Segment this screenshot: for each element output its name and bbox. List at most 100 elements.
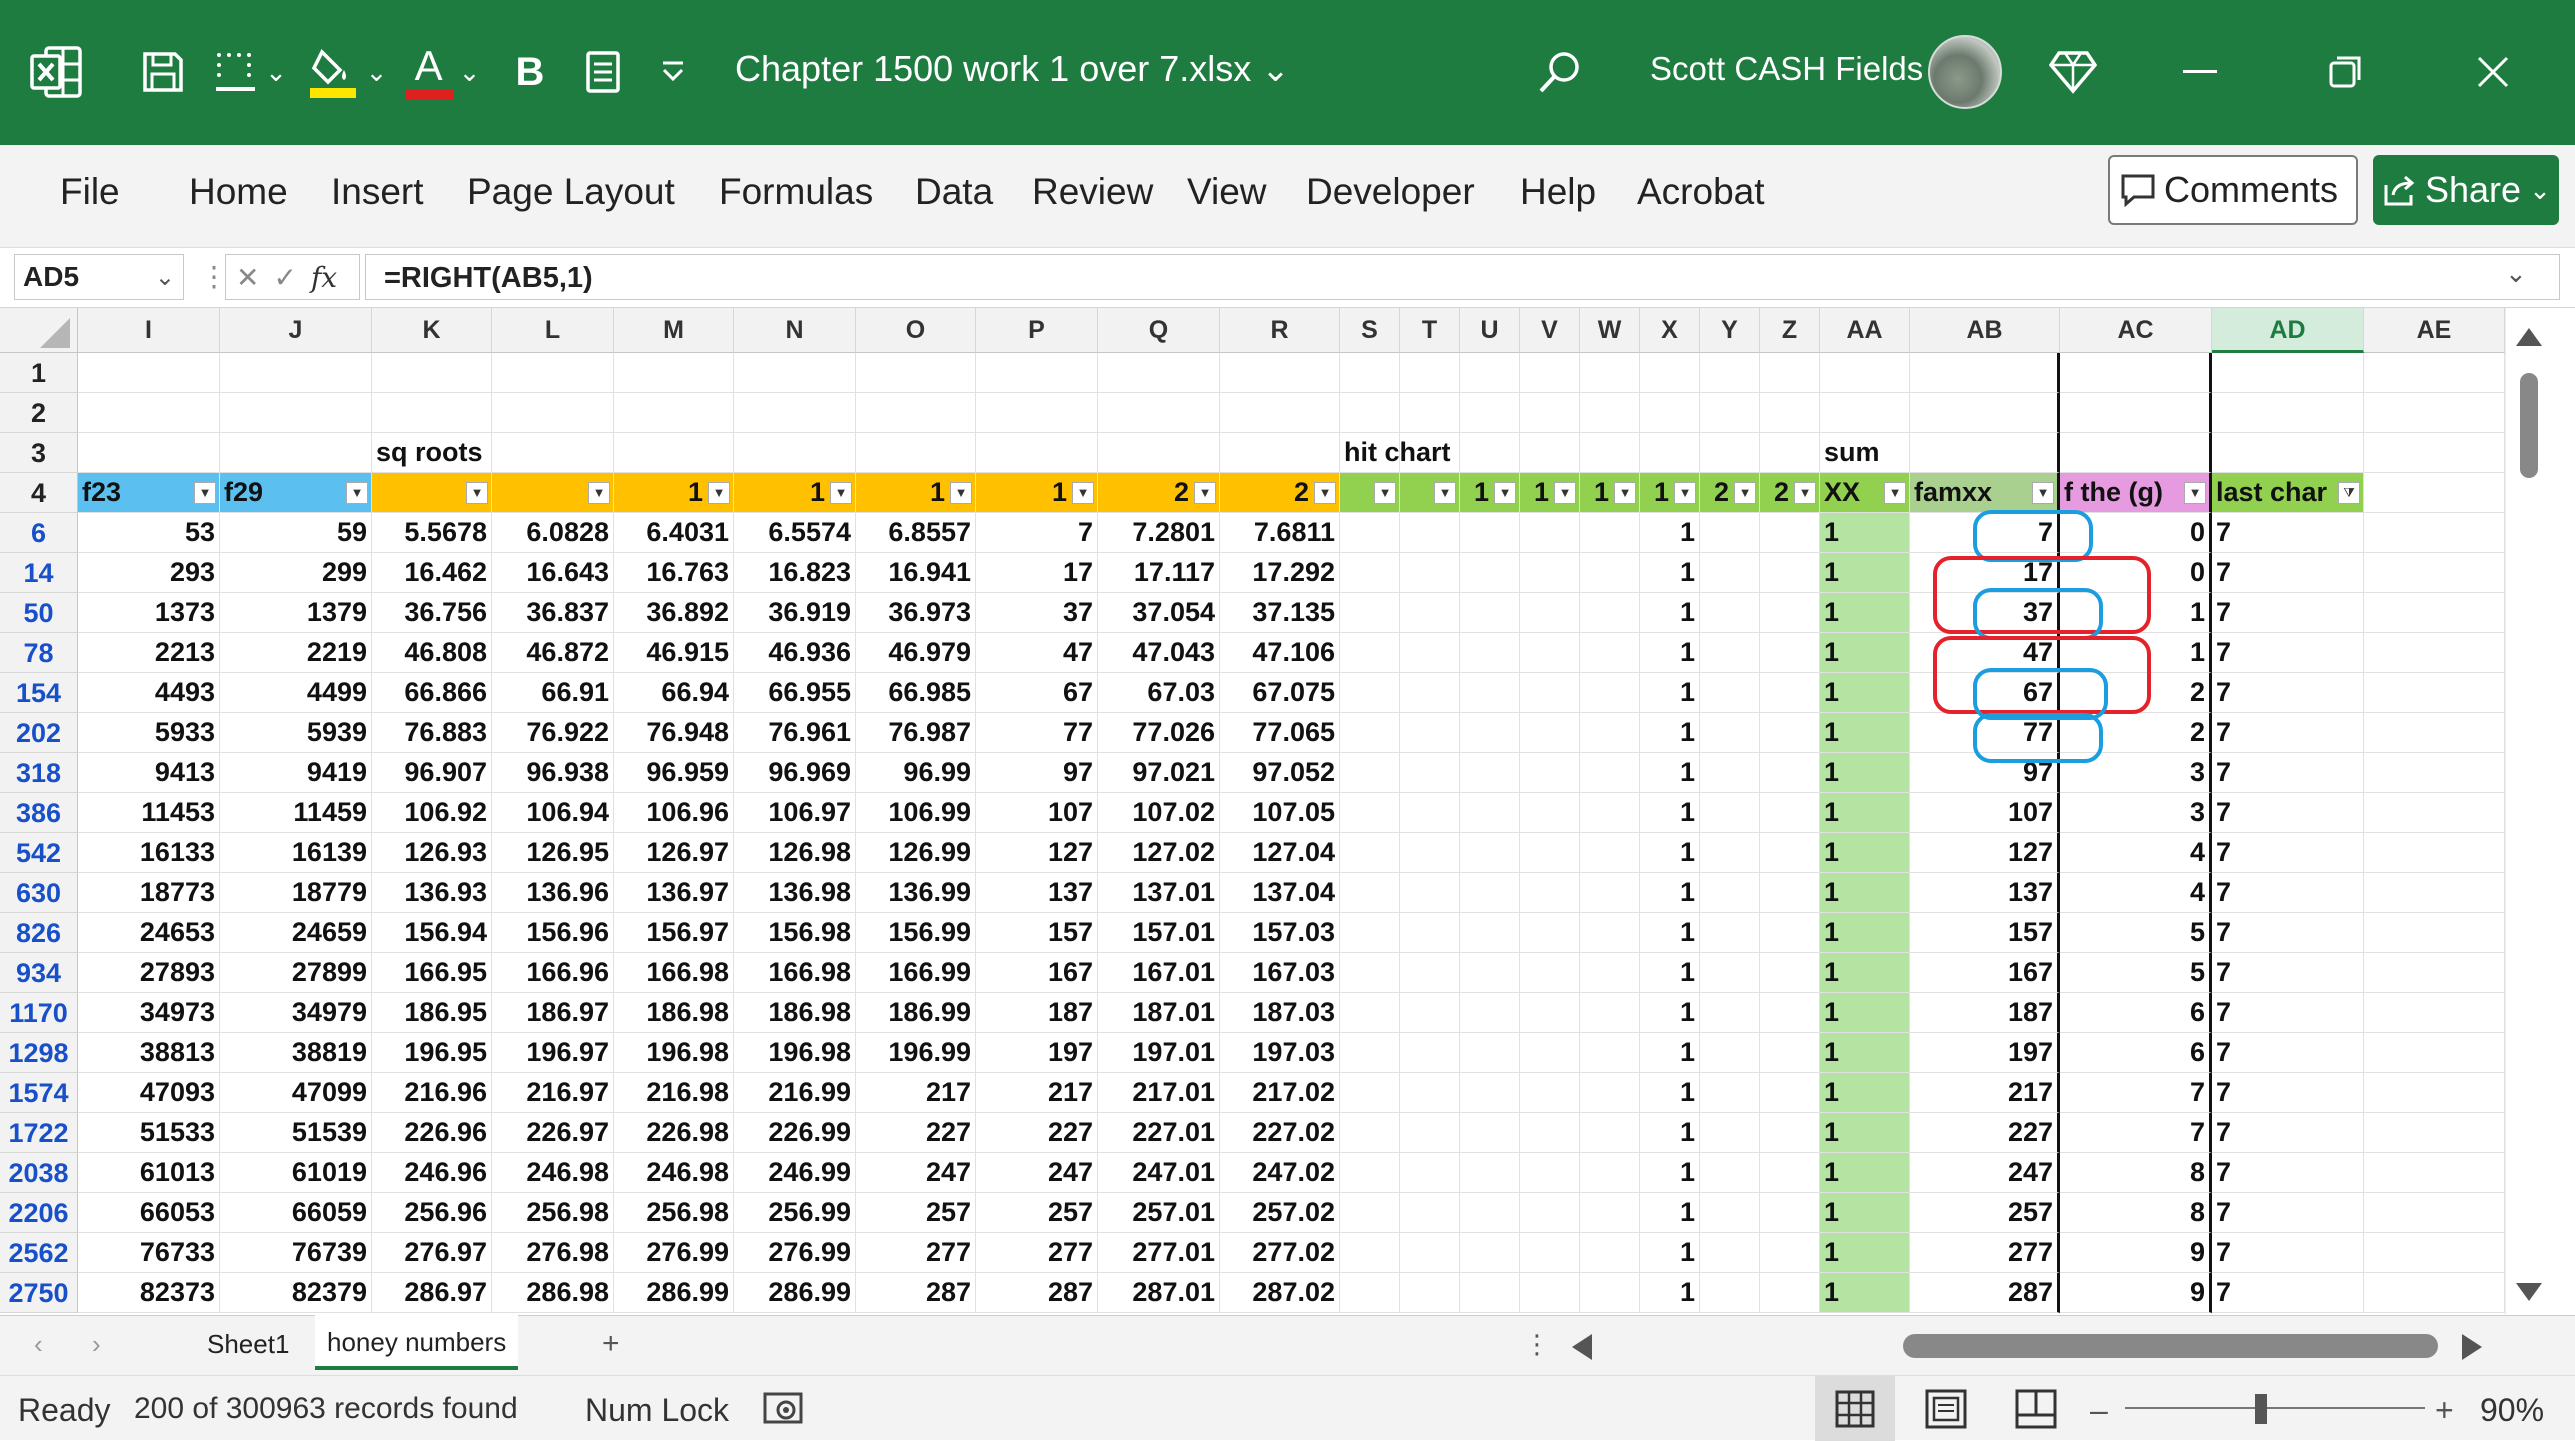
cell-u2750[interactable] — [1460, 1273, 1520, 1313]
cell-y934[interactable] — [1700, 953, 1760, 993]
cell-y386[interactable] — [1700, 793, 1760, 833]
cell-s1574[interactable] — [1340, 1073, 1400, 1113]
cell-n14[interactable]: 16.823 — [734, 553, 856, 593]
tab-prev-icon[interactable]: ‹ — [22, 1316, 55, 1372]
cell-ac4[interactable]: f the (g) ▼ — [2060, 473, 2212, 513]
cell-n1170[interactable]: 186.98 — [734, 993, 856, 1033]
cell-i1574[interactable]: 47093 — [78, 1073, 220, 1113]
cell-v14[interactable] — [1520, 553, 1580, 593]
cell-v4[interactable]: 1 ▼ — [1520, 473, 1580, 513]
font-color-icon[interactable]: A ⌄ — [400, 40, 485, 104]
cell-q542[interactable]: 127.02 — [1098, 833, 1220, 873]
cell-y630[interactable] — [1700, 873, 1760, 913]
column-header-t[interactable]: T — [1400, 308, 1460, 353]
cell-v1298[interactable] — [1520, 1033, 1580, 1073]
cell-o1[interactable] — [856, 353, 976, 393]
menu-formulas[interactable]: Formulas — [719, 171, 873, 213]
cell-aa1574[interactable]: 1 — [1820, 1073, 1910, 1113]
cell-t826[interactable] — [1400, 913, 1460, 953]
cell-l2038[interactable]: 246.98 — [492, 1153, 614, 1193]
normal-view-icon[interactable] — [1815, 1376, 1895, 1441]
cell-n154[interactable]: 66.955 — [734, 673, 856, 713]
cell-z3[interactable] — [1760, 433, 1820, 473]
cell-p1722[interactable]: 227 — [976, 1113, 1098, 1153]
cell-k14[interactable]: 16.462 — [372, 553, 492, 593]
cell-t2562[interactable] — [1400, 1233, 1460, 1273]
filter-dropdown-icon[interactable]: ▼ — [1072, 482, 1094, 504]
cell-m78[interactable]: 46.915 — [614, 633, 734, 673]
cell-x1[interactable] — [1640, 353, 1700, 393]
column-header-p[interactable]: P — [976, 308, 1098, 353]
cell-x2750[interactable]: 1 — [1640, 1273, 1700, 1313]
chevron-down-icon[interactable]: ⌄ — [1261, 51, 1290, 89]
cell-aa934[interactable]: 1 — [1820, 953, 1910, 993]
cell-x154[interactable]: 1 — [1640, 673, 1700, 713]
cell-y6[interactable] — [1700, 513, 1760, 553]
cell-i154[interactable]: 4493 — [78, 673, 220, 713]
cell-z202[interactable] — [1760, 713, 1820, 753]
column-header-x[interactable]: X — [1640, 308, 1700, 353]
cell-ad4[interactable]: last char ⧩ — [2212, 473, 2364, 513]
column-header-i[interactable]: I — [78, 308, 220, 353]
cell-m3[interactable] — [614, 433, 734, 473]
cell-s6[interactable] — [1340, 513, 1400, 553]
cell-l318[interactable]: 96.938 — [492, 753, 614, 793]
filter-dropdown-icon[interactable]: ▼ — [830, 482, 852, 504]
zoom-in-button[interactable]: + — [2435, 1392, 2454, 1429]
cell-m14[interactable]: 16.763 — [614, 553, 734, 593]
borders-icon[interactable]: ⌄ — [210, 40, 290, 104]
column-header-aa[interactable]: AA — [1820, 308, 1910, 353]
cell-v6[interactable] — [1520, 513, 1580, 553]
cell-v1[interactable] — [1520, 353, 1580, 393]
cell-x1170[interactable]: 1 — [1640, 993, 1700, 1033]
cell-j542[interactable]: 16139 — [220, 833, 372, 873]
cell-ad2562[interactable]: 7 — [2212, 1233, 2364, 1273]
cell-x6[interactable]: 1 — [1640, 513, 1700, 553]
cell-u2206[interactable] — [1460, 1193, 1520, 1233]
cell-j1298[interactable]: 38819 — [220, 1033, 372, 1073]
cell-n202[interactable]: 76.961 — [734, 713, 856, 753]
cell-j4[interactable]: f29 ▼ — [220, 473, 372, 513]
cell-r50[interactable]: 37.135 — [1220, 593, 1340, 633]
cell-i78[interactable]: 2213 — [78, 633, 220, 673]
cell-u630[interactable] — [1460, 873, 1520, 913]
cell-w386[interactable] — [1580, 793, 1640, 833]
cell-aa630[interactable]: 1 — [1820, 873, 1910, 913]
cell-y826[interactable] — [1700, 913, 1760, 953]
cell-n2562[interactable]: 276.99 — [734, 1233, 856, 1273]
cell-t2750[interactable] — [1400, 1273, 1460, 1313]
cell-w2[interactable] — [1580, 393, 1640, 433]
zoom-level[interactable]: 90% — [2480, 1392, 2544, 1429]
cell-y2206[interactable] — [1700, 1193, 1760, 1233]
cell-n934[interactable]: 166.98 — [734, 953, 856, 993]
row-header-386[interactable]: 386 — [0, 793, 78, 833]
cell-l1574[interactable]: 216.97 — [492, 1073, 614, 1113]
cell-m2562[interactable]: 276.99 — [614, 1233, 734, 1273]
row-header-1[interactable]: 1 — [0, 353, 78, 393]
cell-l4[interactable]: ▼ — [492, 473, 614, 513]
cell-s154[interactable] — [1340, 673, 1400, 713]
cell-ae6[interactable] — [2364, 513, 2505, 553]
cell-i1170[interactable]: 34973 — [78, 993, 220, 1033]
menu-data[interactable]: Data — [915, 171, 993, 213]
cell-aa4[interactable]: XX ▼ — [1820, 473, 1910, 513]
row-header-542[interactable]: 542 — [0, 833, 78, 873]
row-header-154[interactable]: 154 — [0, 673, 78, 713]
cell-y4[interactable]: 2 ▼ — [1700, 473, 1760, 513]
cell-x14[interactable]: 1 — [1640, 553, 1700, 593]
cell-s1298[interactable] — [1340, 1033, 1400, 1073]
column-header-u[interactable]: U — [1460, 308, 1520, 353]
cell-u1170[interactable] — [1460, 993, 1520, 1033]
cell-ad318[interactable]: 7 — [2212, 753, 2364, 793]
cell-o826[interactable]: 156.99 — [856, 913, 976, 953]
cell-n386[interactable]: 106.97 — [734, 793, 856, 833]
cell-y14[interactable] — [1700, 553, 1760, 593]
cell-w2562[interactable] — [1580, 1233, 1640, 1273]
cell-r2[interactable] — [1220, 393, 1340, 433]
cell-ad1[interactable] — [2212, 353, 2364, 393]
minimize-icon[interactable] — [2175, 40, 2225, 104]
cell-o2750[interactable]: 287 — [856, 1273, 976, 1313]
cell-aa2038[interactable]: 1 — [1820, 1153, 1910, 1193]
cell-u2562[interactable] — [1460, 1233, 1520, 1273]
cell-s3[interactable]: hit chart — [1340, 433, 1451, 473]
